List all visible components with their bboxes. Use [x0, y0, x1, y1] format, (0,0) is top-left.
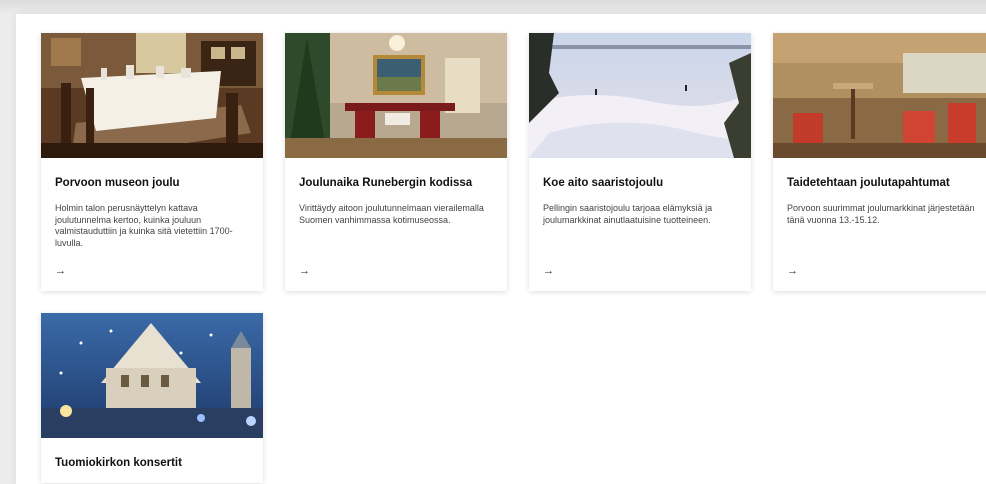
arrow-right-icon[interactable]: → [787, 265, 798, 277]
cathedral-winter-night-image [41, 313, 263, 438]
arrow-right-icon[interactable]: → [543, 265, 554, 277]
event-card[interactable]: Koe aito saaristojoulu Pellingin saarist… [529, 33, 751, 291]
card-title[interactable]: Tuomiokirkon konsertit [55, 456, 249, 470]
card-title[interactable]: Porvoon museon joulu [55, 176, 249, 190]
event-card[interactable]: Tuomiokirkon konsertit [41, 313, 263, 483]
event-card[interactable]: Taidetehtaan joulutapahtumat Porvoon suu… [773, 33, 986, 291]
card-description: Virittäydy aitoon joulutunnelmaan vierai… [299, 203, 484, 225]
event-card[interactable]: Joulunaika Runebergin kodissa Virittäydy… [285, 33, 507, 291]
card-description: Porvoon suurimmat joulumarkkinat järjest… [787, 203, 975, 225]
arrow-right-icon[interactable]: → [55, 265, 66, 277]
top-shade [0, 0, 986, 14]
museum-dining-room-image [41, 33, 263, 158]
card-description: Holmin talon perusnäyttelyn kattava joul… [55, 203, 233, 248]
card-title[interactable]: Koe aito saaristojoulu [543, 176, 737, 190]
snowy-archipelago-image [529, 33, 751, 158]
arrow-right-icon[interactable]: → [299, 265, 310, 277]
art-factory-cafe-image [773, 33, 986, 158]
event-card[interactable]: Porvoon museon joulu Holmin talon perusn… [41, 33, 263, 291]
card-title[interactable]: Joulunaika Runebergin kodissa [299, 176, 493, 190]
card-title[interactable]: Taidetehtaan joulutapahtumat [787, 176, 981, 190]
card-description: Pellingin saaristojoulu tarjoaa elämyksi… [543, 203, 713, 225]
runeberg-home-interior-image [285, 33, 507, 158]
